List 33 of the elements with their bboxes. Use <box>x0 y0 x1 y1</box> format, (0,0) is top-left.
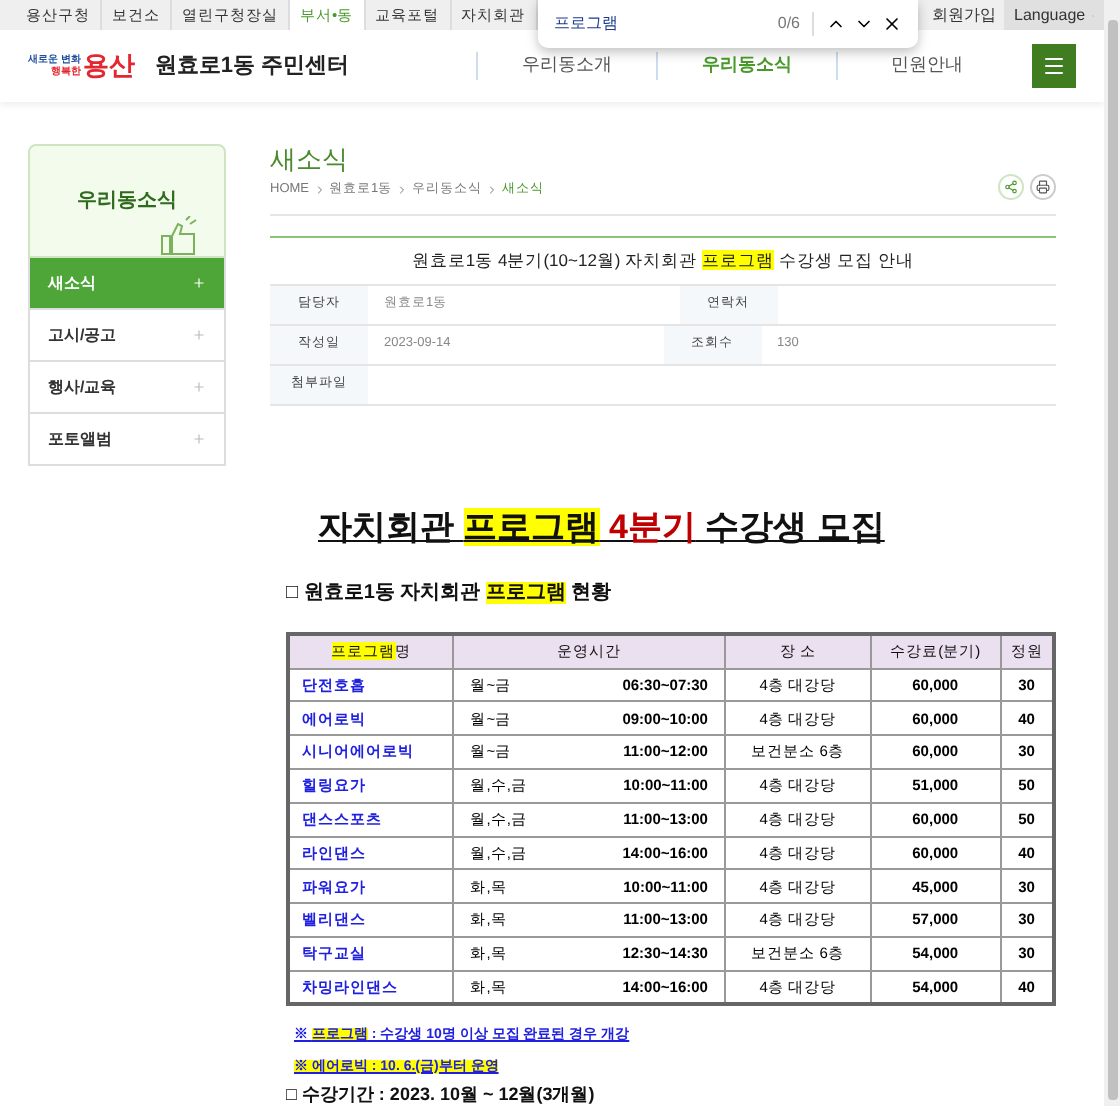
close-button[interactable] <box>882 14 902 34</box>
share-button[interactable] <box>998 173 1024 200</box>
article-subheading: □ 원효로1동 자치회관 프로그램 현황 <box>286 580 614 609</box>
plus-icon <box>192 328 206 343</box>
close-icon <box>882 14 902 34</box>
language-dropdown[interactable]: Language <box>1004 0 1104 31</box>
main-nav-item[interactable]: 민원안내 <box>836 52 1016 80</box>
print-button[interactable] <box>1030 173 1056 200</box>
period-text: □ 수강기간 : 2023. 10월 ~ 12월(3개월) <box>286 1084 597 1106</box>
chevron-icon <box>313 183 325 196</box>
chevron-icon <box>486 183 499 196</box>
sidebar-item[interactable]: 포토앨범 <box>28 414 226 467</box>
match-count: 0/6 <box>777 12 814 36</box>
page-title: 새소식 <box>270 144 350 177</box>
plus-icon <box>192 380 206 395</box>
sidebar-title: 우리동소식 <box>77 188 177 217</box>
logo-text: 용산 <box>82 48 135 85</box>
menu-icon <box>1042 54 1066 79</box>
find-field[interactable]: 프로그램 <box>554 12 714 36</box>
menu-button[interactable] <box>1032 44 1076 89</box>
plus-icon <box>192 276 206 291</box>
thumbs-up-icon <box>160 216 200 257</box>
sidebar-item[interactable]: 행사/교육 <box>28 362 226 415</box>
site-title: 원효로1동 주민센터 <box>154 51 350 82</box>
main-nav-item[interactable]: 우리동소개 <box>476 52 656 80</box>
plus-icon <box>192 432 206 447</box>
share-icon <box>1004 179 1018 194</box>
print-icon <box>1036 179 1050 194</box>
main-nav-item[interactable]: 우리동소식 <box>656 52 836 80</box>
post-title: 원효로1동 4분기(10~12월) 자치회관 프로그램 수강생 모집 안내 <box>270 237 1056 286</box>
signup-link[interactable]: 회원가입 <box>932 3 1004 28</box>
sidebar-item[interactable]: 고시/공고 <box>28 310 226 363</box>
chevron-icon <box>396 183 409 196</box>
